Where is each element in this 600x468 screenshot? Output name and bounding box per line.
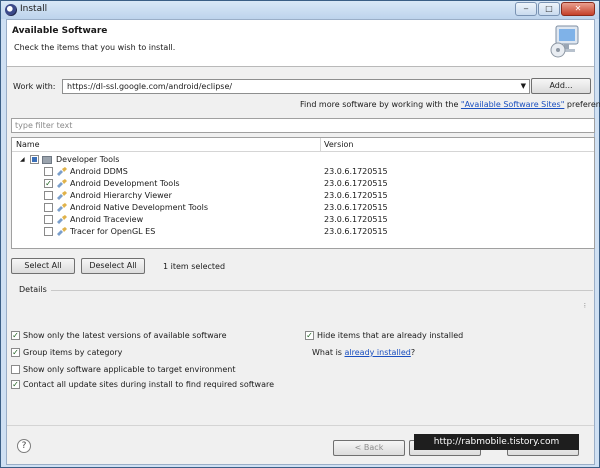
column-divider[interactable] bbox=[320, 138, 321, 152]
row-version: 23.0.6.1720515 bbox=[324, 215, 388, 224]
row-version: 23.0.6.1720515 bbox=[324, 227, 388, 236]
table-row[interactable]: Android Hierarchy Viewer 23.0.6.1720515 bbox=[12, 190, 594, 202]
wizard-header: Available Software Check the items that … bbox=[7, 20, 594, 67]
selection-status: 1 item selected bbox=[163, 262, 226, 271]
back-button[interactable]: < Back bbox=[333, 440, 405, 456]
row-name: Android Hierarchy Viewer bbox=[70, 191, 172, 200]
row-name: Android Development Tools bbox=[70, 179, 180, 188]
table-row[interactable]: Android DDMS 23.0.6.1720515 bbox=[12, 166, 594, 178]
option-checkbox[interactable]: ✓ bbox=[11, 380, 20, 389]
installed-suffix: ? bbox=[410, 348, 416, 357]
plugin-icon bbox=[57, 179, 67, 188]
software-tree[interactable]: Name Version ◢ Developer Tools Android D… bbox=[11, 137, 595, 249]
install-window: Install ‒ □ ✕ Available Software Check t… bbox=[0, 0, 600, 468]
table-row[interactable]: Tracer for OpenGL ES 23.0.6.1720515 bbox=[12, 226, 594, 238]
already-installed-link[interactable]: already installed bbox=[345, 348, 411, 357]
table-row[interactable]: Android Traceview 23.0.6.1720515 bbox=[12, 214, 594, 226]
option-label: Group items by category bbox=[23, 348, 123, 357]
plugin-icon bbox=[57, 191, 67, 200]
category-folder-icon bbox=[42, 156, 52, 164]
installed-prefix: What is bbox=[312, 348, 345, 357]
deselect-all-button[interactable]: Deselect All bbox=[81, 258, 145, 274]
page-title: Available Software bbox=[12, 26, 108, 36]
minimize-button[interactable]: ‒ bbox=[515, 2, 537, 16]
find-more-suffix: preferences. bbox=[566, 100, 600, 109]
tree-header: Name Version bbox=[12, 138, 594, 152]
table-row[interactable]: ✓ Android Development Tools 23.0.6.17205… bbox=[12, 178, 594, 190]
row-checkbox[interactable] bbox=[44, 227, 53, 236]
column-version[interactable]: Version bbox=[324, 140, 353, 149]
watermark-text: http://rabmobile.tistory.com bbox=[414, 434, 579, 450]
install-monitor-icon bbox=[550, 25, 579, 58]
plugin-icon bbox=[57, 167, 67, 176]
help-icon[interactable]: ? bbox=[17, 439, 31, 453]
row-name: Android DDMS bbox=[70, 167, 128, 176]
option-checkbox[interactable]: ✓ bbox=[11, 348, 20, 357]
option-checkbox[interactable]: ✓ bbox=[11, 331, 20, 340]
window-controls: ‒ □ ✕ bbox=[515, 2, 595, 16]
select-all-button[interactable]: Select All bbox=[11, 258, 75, 274]
installed-text: What is already installed? bbox=[312, 348, 415, 357]
row-checkbox[interactable] bbox=[44, 215, 53, 224]
row-name: Android Traceview bbox=[70, 215, 144, 224]
chevron-down-icon[interactable]: ▼ bbox=[521, 82, 526, 90]
footer-divider bbox=[7, 425, 594, 426]
work-with-value: https://dl-ssl.google.com/android/eclips… bbox=[67, 82, 233, 91]
find-more-prefix: Find more software by working with the bbox=[300, 100, 461, 109]
work-with-label: Work with: bbox=[13, 82, 56, 91]
row-name: Tracer for OpenGL ES bbox=[70, 227, 156, 236]
available-sites-link[interactable]: "Available Software Sites" bbox=[461, 100, 564, 109]
find-more-text: Find more software by working with the "… bbox=[300, 100, 600, 109]
plugin-icon bbox=[57, 227, 67, 236]
close-button[interactable]: ✕ bbox=[561, 2, 595, 16]
option-label: Show only software applicable to target … bbox=[23, 365, 236, 374]
details-divider bbox=[51, 290, 593, 291]
column-name[interactable]: Name bbox=[16, 140, 40, 149]
row-checkbox[interactable] bbox=[44, 203, 53, 212]
add-button[interactable]: Add... bbox=[531, 78, 591, 94]
plugin-icon bbox=[57, 215, 67, 224]
expand-toggle-icon[interactable]: ◢ bbox=[20, 156, 25, 163]
row-checkbox[interactable] bbox=[44, 167, 53, 176]
eclipse-icon bbox=[5, 4, 17, 16]
plugin-icon bbox=[57, 203, 67, 212]
tree-group-row[interactable]: ◢ Developer Tools bbox=[12, 154, 594, 166]
row-version: 23.0.6.1720515 bbox=[324, 167, 388, 176]
title-bar[interactable]: Install ‒ □ ✕ bbox=[1, 1, 599, 19]
window-title: Install bbox=[20, 4, 48, 14]
filter-input[interactable]: type filter text bbox=[11, 118, 595, 133]
work-with-combo[interactable]: https://dl-ssl.google.com/android/eclips… bbox=[62, 79, 530, 94]
maximize-button[interactable]: □ bbox=[538, 2, 560, 16]
option-checkbox[interactable]: ✓ bbox=[305, 331, 314, 340]
option-label: Contact all update sites during install … bbox=[23, 380, 275, 389]
dialog-body: Available Software Check the items that … bbox=[6, 19, 600, 465]
details-label: Details bbox=[19, 285, 47, 294]
row-version: 23.0.6.1720515 bbox=[324, 191, 388, 200]
row-version: 23.0.6.1720515 bbox=[324, 179, 388, 188]
group-name: Developer Tools bbox=[56, 155, 120, 164]
details-area bbox=[11, 296, 595, 322]
row-version: 23.0.6.1720515 bbox=[324, 203, 388, 212]
row-name: Android Native Development Tools bbox=[70, 203, 209, 212]
row-checkbox[interactable] bbox=[44, 191, 53, 200]
details-scroll-icon[interactable]: ⁝ bbox=[584, 302, 586, 310]
option-label: Hide items that are already installed bbox=[317, 331, 464, 340]
table-row[interactable]: Android Native Development Tools 23.0.6.… bbox=[12, 202, 594, 214]
page-subtitle: Check the items that you wish to install… bbox=[14, 43, 176, 52]
row-checkbox[interactable]: ✓ bbox=[44, 179, 53, 188]
group-checkbox[interactable] bbox=[30, 155, 39, 164]
option-label: Show only the latest versions of availab… bbox=[23, 331, 227, 340]
option-checkbox[interactable] bbox=[11, 365, 20, 374]
